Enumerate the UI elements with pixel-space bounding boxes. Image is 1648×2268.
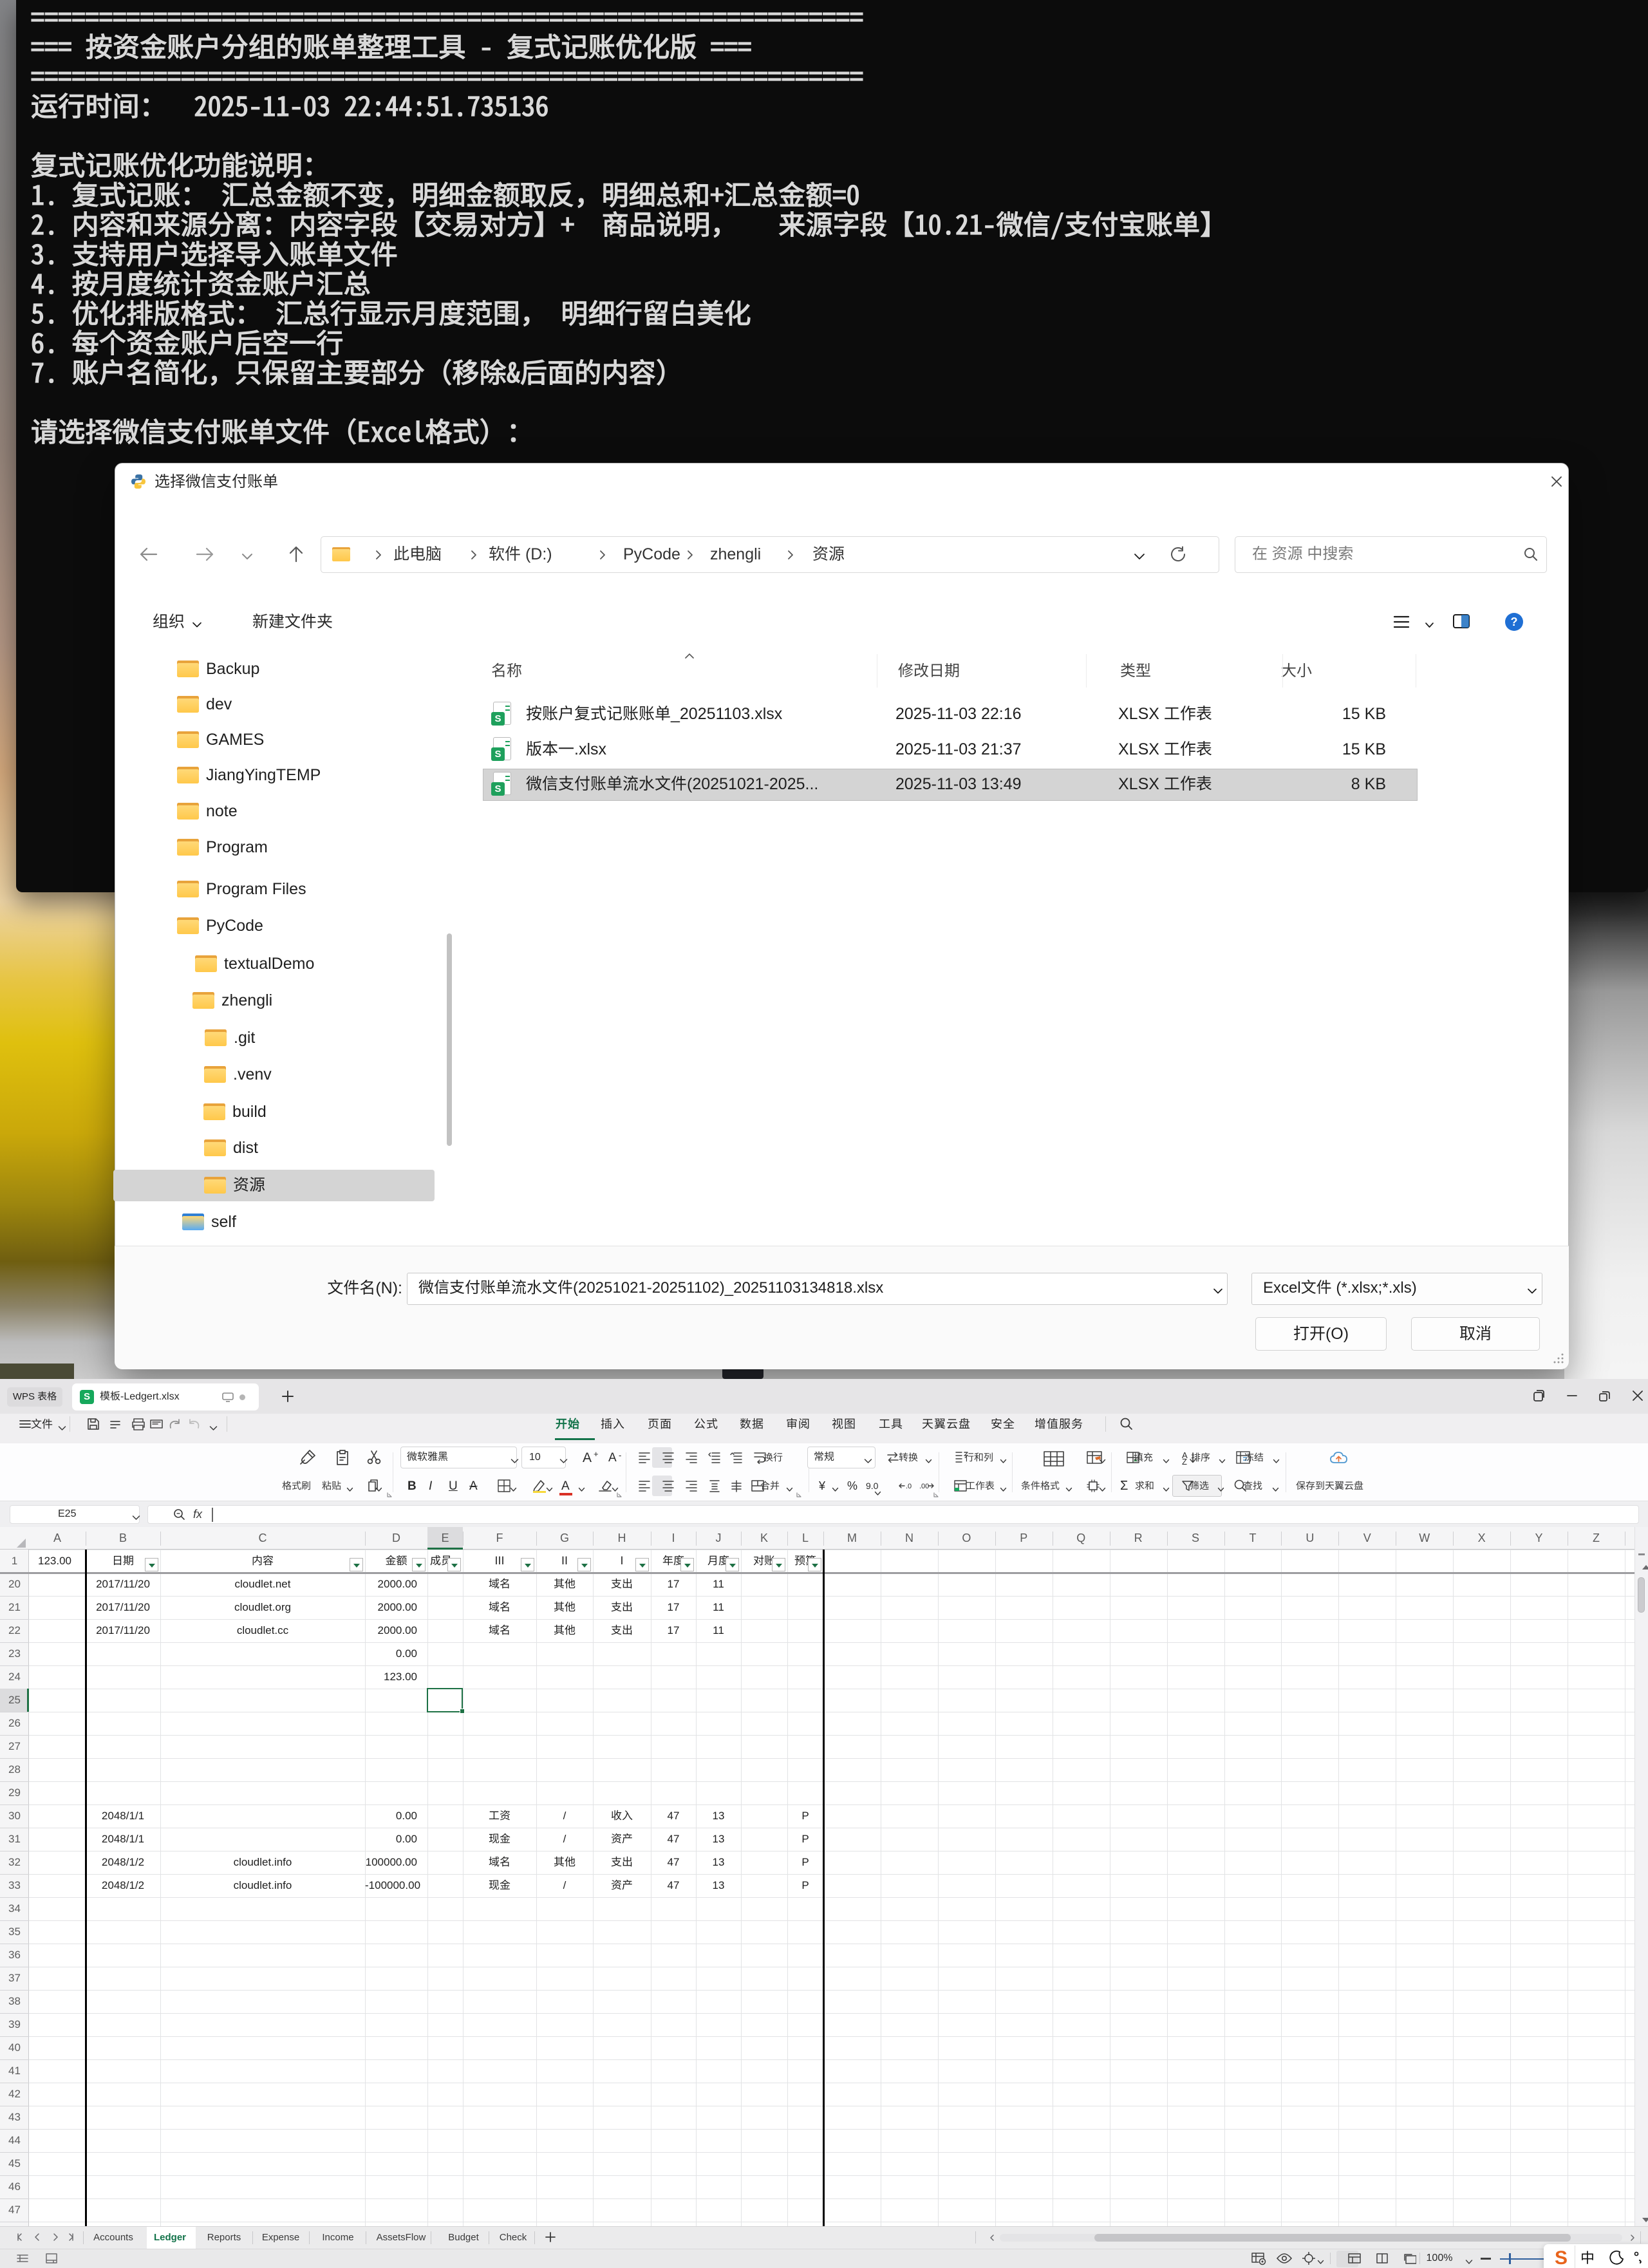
svg-text:?: ?	[1511, 615, 1518, 628]
svg-text:.00: .00	[919, 1483, 929, 1490]
svg-text:Z: Z	[1182, 1457, 1187, 1465]
svg-text:.0: .0	[906, 1483, 912, 1490]
